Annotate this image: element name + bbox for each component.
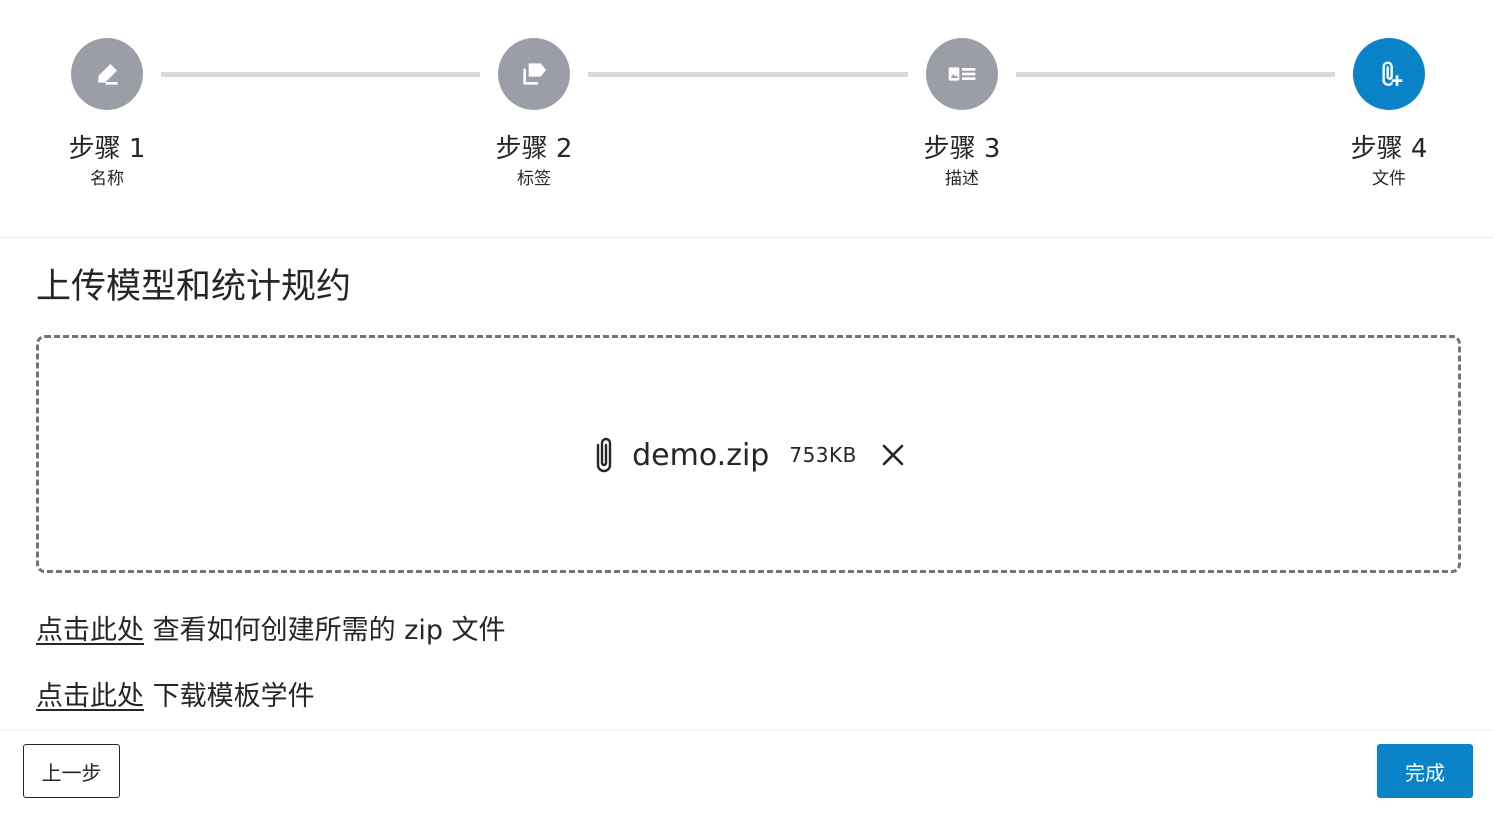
page-title: 上传模型和统计规约 (36, 267, 352, 307)
step-2-circle (498, 38, 570, 110)
step-1-subtitle: 名称 (90, 169, 124, 189)
previous-step-button[interactable]: 上一步 (23, 744, 120, 798)
uploaded-file-item: demo.zip 753KB (39, 433, 1458, 477)
step-connector-2 (588, 72, 908, 77)
template-download-text: 下载模板学件 (144, 681, 315, 712)
step-2-title: 步骤 2 (495, 134, 573, 164)
step-2[interactable]: 步骤 2 标签 (464, 38, 604, 189)
step-1-circle (71, 38, 143, 110)
step-connector-1 (161, 72, 480, 77)
description-card-icon (948, 67, 976, 81)
footer-bar: 上一步 完成 (0, 730, 1493, 816)
file-size: 753KB (789, 443, 857, 467)
step-3[interactable]: 步骤 3 描述 (892, 38, 1032, 189)
step-3-subtitle: 描述 (945, 169, 979, 189)
step-4-subtitle: 文件 (1372, 169, 1406, 189)
step-connector-3 (1016, 72, 1335, 77)
file-dropzone[interactable]: demo.zip 753KB (36, 335, 1461, 573)
pencil-icon (98, 64, 118, 85)
file-name: demo.zip (632, 437, 770, 473)
zip-guide-link[interactable]: 点击此处 (36, 615, 144, 646)
step-1[interactable]: 步骤 1 名称 (37, 38, 177, 189)
step-4-circle (1353, 38, 1425, 110)
step-3-circle (926, 38, 998, 110)
paperclip-icon (596, 437, 612, 473)
finish-button[interactable]: 完成 (1377, 744, 1473, 798)
close-icon (882, 444, 904, 466)
attachment-add-icon (1382, 61, 1403, 86)
zip-guide-text: 查看如何创建所需的 zip 文件 (144, 615, 506, 646)
remove-file-button[interactable] (879, 441, 907, 469)
step-4-title: 步骤 4 (1350, 134, 1428, 164)
step-1-title: 步骤 1 (68, 134, 146, 164)
template-download-link[interactable]: 点击此处 (36, 681, 144, 712)
help-zip-guide: 点击此处 查看如何创建所需的 zip 文件 (36, 614, 506, 648)
step-3-title: 步骤 3 (923, 134, 1001, 164)
stepper: 步骤 1 名称 步骤 2 标签 步骤 3 描述 步骤 4 文件 (0, 0, 1493, 238)
tag-icon (523, 63, 546, 85)
step-4[interactable]: 步骤 4 文件 (1319, 38, 1459, 189)
step-2-subtitle: 标签 (517, 169, 551, 189)
help-template-download: 点击此处 下载模板学件 (36, 680, 315, 714)
